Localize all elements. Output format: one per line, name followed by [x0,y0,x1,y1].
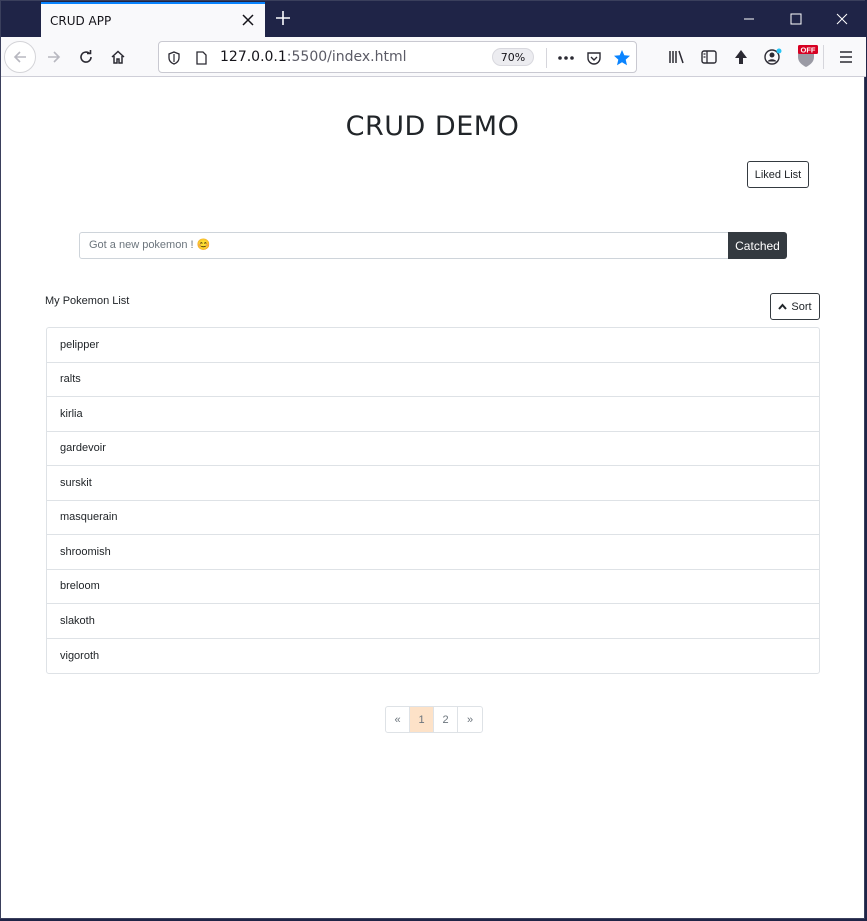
nav-toolbar: 127.0.0.1:5500/index.html 70% OFF [1,37,866,77]
pagination-prev[interactable]: « [386,707,410,732]
list-item[interactable]: breloom [47,570,819,604]
minimize-icon[interactable] [726,1,772,37]
page-info-icon[interactable] [189,46,213,70]
page-title: CRUD DEMO [345,111,520,142]
maximize-icon[interactable] [773,1,819,37]
list-item[interactable]: kirlia [47,397,819,432]
back-arrow-icon[interactable] [4,41,36,73]
forward-arrow-icon[interactable] [38,41,70,73]
list-item[interactable]: shroomish [47,535,819,570]
tab-bar: CRUD APP [1,1,866,37]
catched-button[interactable]: Catched [728,232,787,259]
pokemon-list: pelipper ralts kirlia gardevoir surskit … [46,327,820,674]
browser-tab[interactable]: CRUD APP [41,2,265,37]
extension-icon[interactable] [729,45,753,69]
url-divider [546,48,547,68]
home-icon[interactable] [102,41,134,73]
adblock-off-icon[interactable]: OFF [794,45,818,69]
zoom-level-badge[interactable]: 70% [492,48,534,66]
window-close-icon[interactable] [819,1,865,37]
pokemon-input[interactable]: Got a new pokemon ! 😊 [79,232,729,259]
list-item[interactable]: gardevoir [47,432,819,466]
sort-button[interactable]: Sort [770,293,820,320]
toolbar-divider [823,45,824,69]
list-item[interactable]: vigoroth [47,639,819,674]
list-item[interactable]: surskit [47,466,819,501]
tab-title: CRUD APP [50,13,112,28]
url-text: 127.0.0.1:5500/index.html [220,49,407,65]
url-host: 127.0.0.1 [220,49,287,65]
account-icon[interactable] [761,45,785,69]
svg-text:OFF: OFF [801,46,816,55]
url-path: :5500/index.html [286,49,407,65]
pagination-next[interactable]: » [458,707,482,732]
list-heading: My Pokemon List [45,295,130,307]
tab-close-icon[interactable] [231,12,265,30]
address-bar[interactable]: 127.0.0.1:5500/index.html 70% [158,41,637,73]
list-item[interactable]: ralts [47,363,819,397]
sidebar-toggle-icon[interactable] [697,45,721,69]
list-item[interactable]: slakoth [47,604,819,639]
more-actions-icon[interactable] [554,46,578,70]
library-icon[interactable] [665,45,689,69]
bookmark-star-icon[interactable] [610,46,634,70]
chevron-up-icon [778,301,788,313]
pagination-page-1[interactable]: 1 [410,707,434,732]
tracking-shield-icon[interactable] [162,46,186,70]
list-item[interactable]: pelipper [47,328,819,363]
pocket-icon[interactable] [582,46,606,70]
new-tab-plus-icon[interactable] [271,7,295,31]
hamburger-menu-icon[interactable] [834,45,858,69]
reload-icon[interactable] [70,41,102,73]
list-item[interactable]: masquerain [47,501,819,535]
page-content: CRUD DEMO Liked List Got a new pokemon !… [1,78,864,918]
browser-window: CRUD APP 127.0.0.1:5500/index.html 70% O… [0,0,866,919]
sort-label: Sort [791,300,812,313]
pagination: « 1 2 » [385,706,483,733]
pagination-page-2[interactable]: 2 [434,707,458,732]
liked-list-button[interactable]: Liked List [747,161,809,188]
